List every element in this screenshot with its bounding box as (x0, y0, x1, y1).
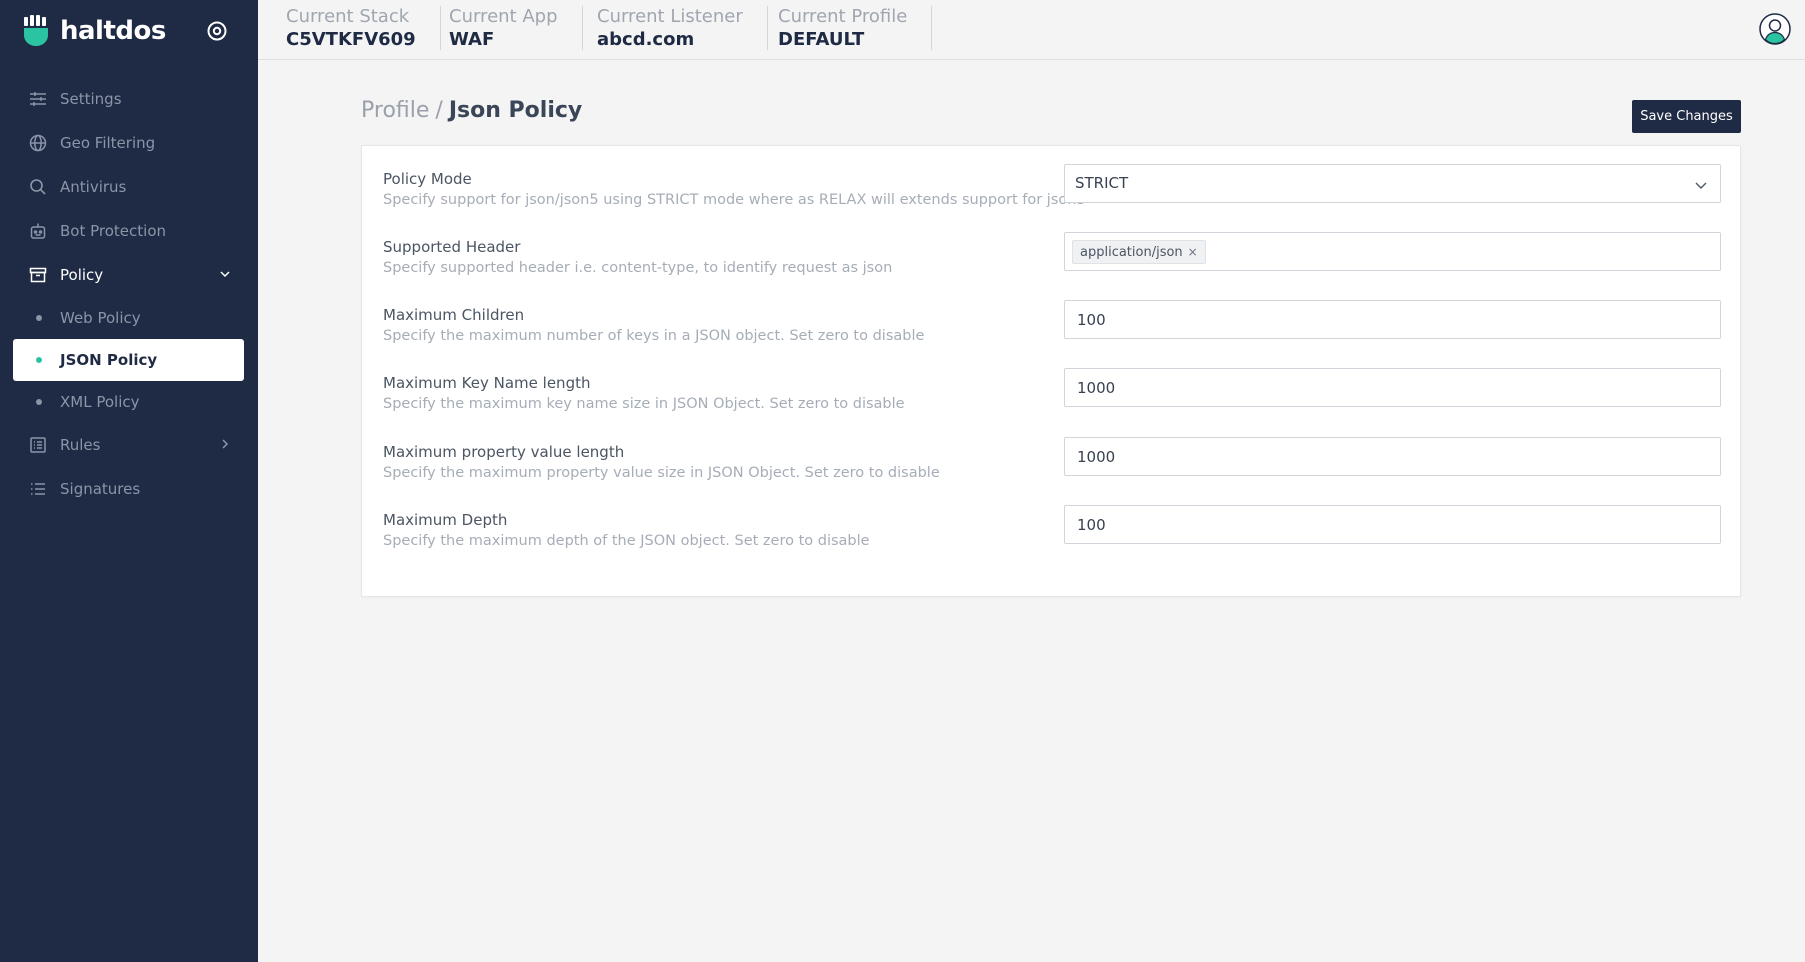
current-listener[interactable]: Current Listener abcd.com (597, 6, 768, 50)
current-listener-label: Current Listener (597, 6, 743, 27)
sidebar-item-geo-filtering[interactable]: Geo Filtering (0, 121, 258, 165)
breadcrumb: Profile / Json Policy (361, 98, 582, 123)
max-depth-input[interactable] (1065, 506, 1720, 543)
supported-header-tag-input[interactable]: application/json × (1064, 232, 1721, 271)
list-icon (28, 479, 48, 499)
chevron-down-icon (1695, 182, 1707, 189)
sidebar-item-label: Signatures (60, 480, 141, 498)
policy-mode-row: Policy Mode Specify support for json/jso… (383, 164, 1721, 230)
policy-mode-description: Specify support for json/json5 using STR… (383, 192, 1086, 208)
max-property-value-length-description: Specify the maximum property value size … (383, 465, 940, 481)
sidebar: haltdos Settings Geo Filtering Antivirus (0, 0, 258, 962)
sidebar-subitem-xml-policy[interactable]: XML Policy (0, 381, 258, 423)
max-children-input[interactable] (1065, 301, 1720, 338)
sidebar-item-label: Antivirus (60, 178, 127, 196)
current-listener-value: abcd.com (597, 29, 695, 50)
supported-header-description: Specify supported header i.e. content-ty… (383, 260, 893, 276)
max-children-label: Maximum Children (383, 306, 525, 324)
sidebar-item-label: Settings (60, 90, 122, 108)
sidebar-item-label: Rules (60, 436, 101, 454)
max-property-value-length-input[interactable] (1065, 438, 1720, 475)
policy-mode-label: Policy Mode (383, 170, 472, 188)
max-property-value-length-label: Maximum property value length (383, 443, 625, 461)
breadcrumb-parent[interactable]: Profile (361, 98, 429, 123)
haltdos-logo-icon (24, 15, 48, 46)
sidebar-subitem-web-policy[interactable]: Web Policy (0, 297, 258, 339)
max-key-name-length-row: Maximum Key Name length Specify the maxi… (383, 368, 1721, 434)
current-profile-value: DEFAULT (778, 29, 865, 50)
list-box-icon (28, 435, 48, 455)
policy-mode-value: STRICT (1075, 174, 1129, 192)
policy-mode-select[interactable]: STRICT (1064, 164, 1721, 203)
max-depth-description: Specify the maximum depth of the JSON ob… (383, 533, 870, 549)
top-bar: Current Stack C5VTKFV609 Current App WAF… (258, 0, 1805, 60)
bullet-icon (36, 357, 42, 363)
json-policy-form: Policy Mode Specify support for json/jso… (361, 145, 1741, 597)
sidebar-item-label: Geo Filtering (60, 134, 156, 152)
bullet-icon (36, 399, 42, 405)
supported-header-row: Supported Header Specify supported heade… (383, 232, 1721, 298)
archive-icon (28, 265, 48, 285)
sidebar-nav: Settings Geo Filtering Antivirus Bot Pro… (0, 77, 258, 511)
breadcrumb-separator: / (435, 98, 443, 123)
current-stack[interactable]: Current Stack C5VTKFV609 (286, 6, 441, 50)
sidebar-item-label: Bot Protection (60, 222, 167, 240)
globe-icon (28, 133, 48, 153)
collapse-sidebar-icon[interactable] (205, 19, 229, 43)
sidebar-subitem-label: XML Policy (60, 393, 140, 411)
sidebar-item-policy[interactable]: Policy (0, 253, 258, 297)
max-children-field-wrapper (1064, 300, 1721, 339)
current-stack-value: C5VTKFV609 (286, 29, 416, 50)
save-changes-button[interactable]: Save Changes (1632, 100, 1741, 133)
current-app[interactable]: Current App WAF (449, 6, 583, 50)
max-depth-field-wrapper (1064, 505, 1721, 544)
current-app-value: WAF (449, 29, 495, 50)
current-profile-label: Current Profile (778, 6, 908, 27)
brand-name: haltdos (60, 16, 166, 46)
header-tag: application/json × (1072, 240, 1206, 264)
max-key-name-length-input[interactable] (1065, 369, 1720, 406)
bullet-icon (36, 315, 42, 321)
current-profile[interactable]: Current Profile DEFAULT (778, 6, 933, 50)
sidebar-item-settings[interactable]: Settings (0, 77, 258, 121)
header-tag-label: application/json (1080, 244, 1183, 260)
sliders-icon (28, 89, 48, 109)
max-depth-label: Maximum Depth (383, 511, 508, 529)
supported-header-label: Supported Header (383, 238, 521, 256)
max-children-row: Maximum Children Specify the maximum num… (383, 300, 1721, 366)
max-depth-row: Maximum Depth Specify the maximum depth … (383, 505, 1721, 571)
page-title: Json Policy (448, 98, 583, 123)
sidebar-item-antivirus[interactable]: Antivirus (0, 165, 258, 209)
max-property-value-length-row: Maximum property value length Specify th… (383, 437, 1721, 503)
sidebar-subitem-label: JSON Policy (60, 351, 158, 369)
max-key-name-length-description: Specify the maximum key name size in JSO… (383, 396, 905, 412)
chevron-right-icon (222, 439, 229, 449)
max-children-description: Specify the maximum number of keys in a … (383, 328, 925, 344)
chevron-down-icon (220, 271, 230, 278)
max-key-name-length-label: Maximum Key Name length (383, 374, 591, 392)
sidebar-subitem-label: Web Policy (60, 309, 141, 327)
brand[interactable]: haltdos (22, 14, 166, 48)
current-app-label: Current App (449, 6, 558, 27)
sidebar-subitem-json-policy[interactable]: JSON Policy (13, 339, 244, 381)
sidebar-item-bot-protection[interactable]: Bot Protection (0, 209, 258, 253)
tag-remove-icon[interactable]: × (1188, 245, 1198, 259)
robot-icon (28, 221, 48, 241)
max-key-name-length-field-wrapper (1064, 368, 1721, 407)
max-property-value-length-field-wrapper (1064, 437, 1721, 476)
sidebar-item-signatures[interactable]: Signatures (0, 467, 258, 511)
search-icon (28, 177, 48, 197)
sidebar-item-rules[interactable]: Rules (0, 423, 258, 467)
sidebar-item-label: Policy (60, 266, 104, 284)
current-stack-label: Current Stack (286, 6, 410, 27)
user-avatar-icon[interactable] (1759, 13, 1791, 45)
